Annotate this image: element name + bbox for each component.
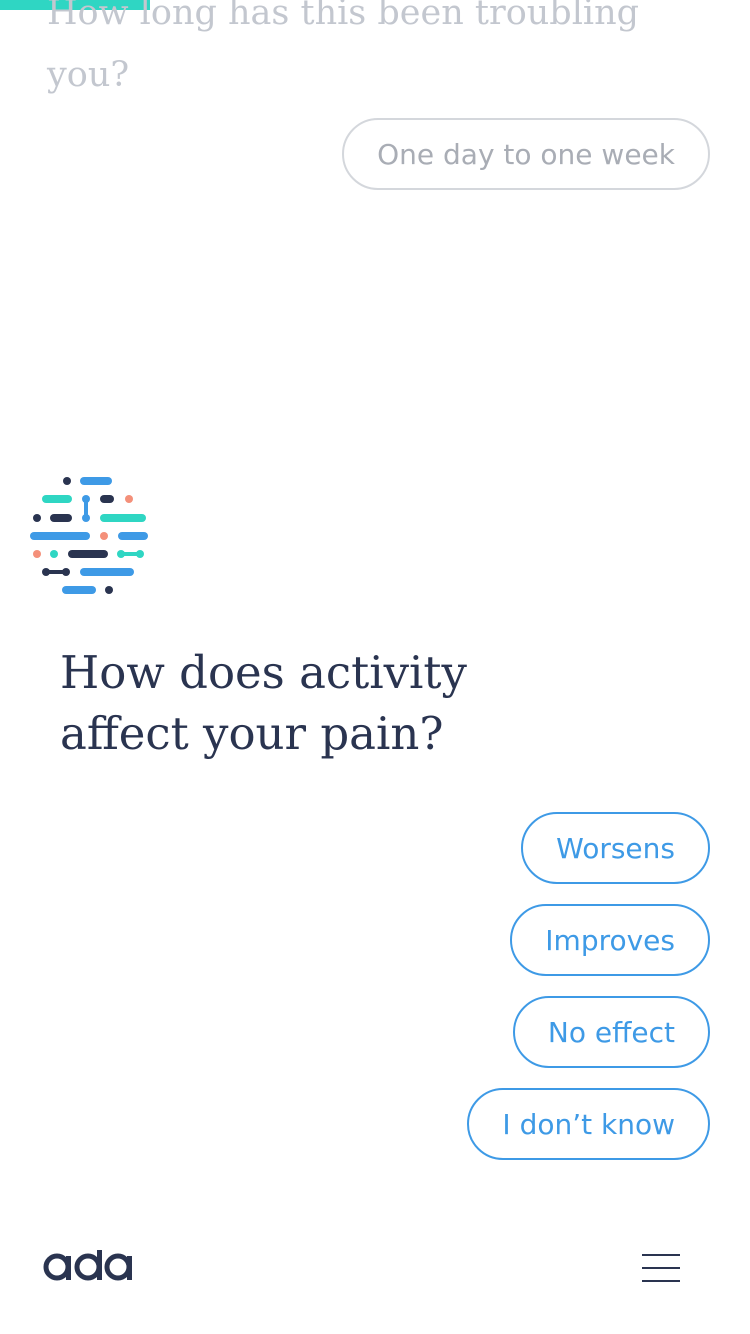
hamburger-menu-icon[interactable] (640, 1250, 684, 1286)
option-dont-know-button[interactable]: I don’t know (467, 1088, 710, 1160)
previous-answer-chip: One day to one week (342, 118, 710, 190)
previous-question: How long has this been troubling you? (47, 0, 640, 95)
bottom-bar: ada (0, 1214, 750, 1334)
option-improves-button[interactable]: Improves (510, 904, 710, 976)
ada-logo-text: ada (0, 1214, 1, 1215)
question-heading: How does activity affect your pain? (60, 646, 467, 760)
ada-avatar-icon (30, 477, 148, 594)
option-no-effect-button[interactable]: No effect (512, 996, 710, 1068)
option-worsens-button[interactable]: Worsens (521, 812, 710, 884)
answer-options: Worsens Improves No effect I don’t know (467, 812, 710, 1160)
ada-logo-icon (43, 1250, 132, 1281)
